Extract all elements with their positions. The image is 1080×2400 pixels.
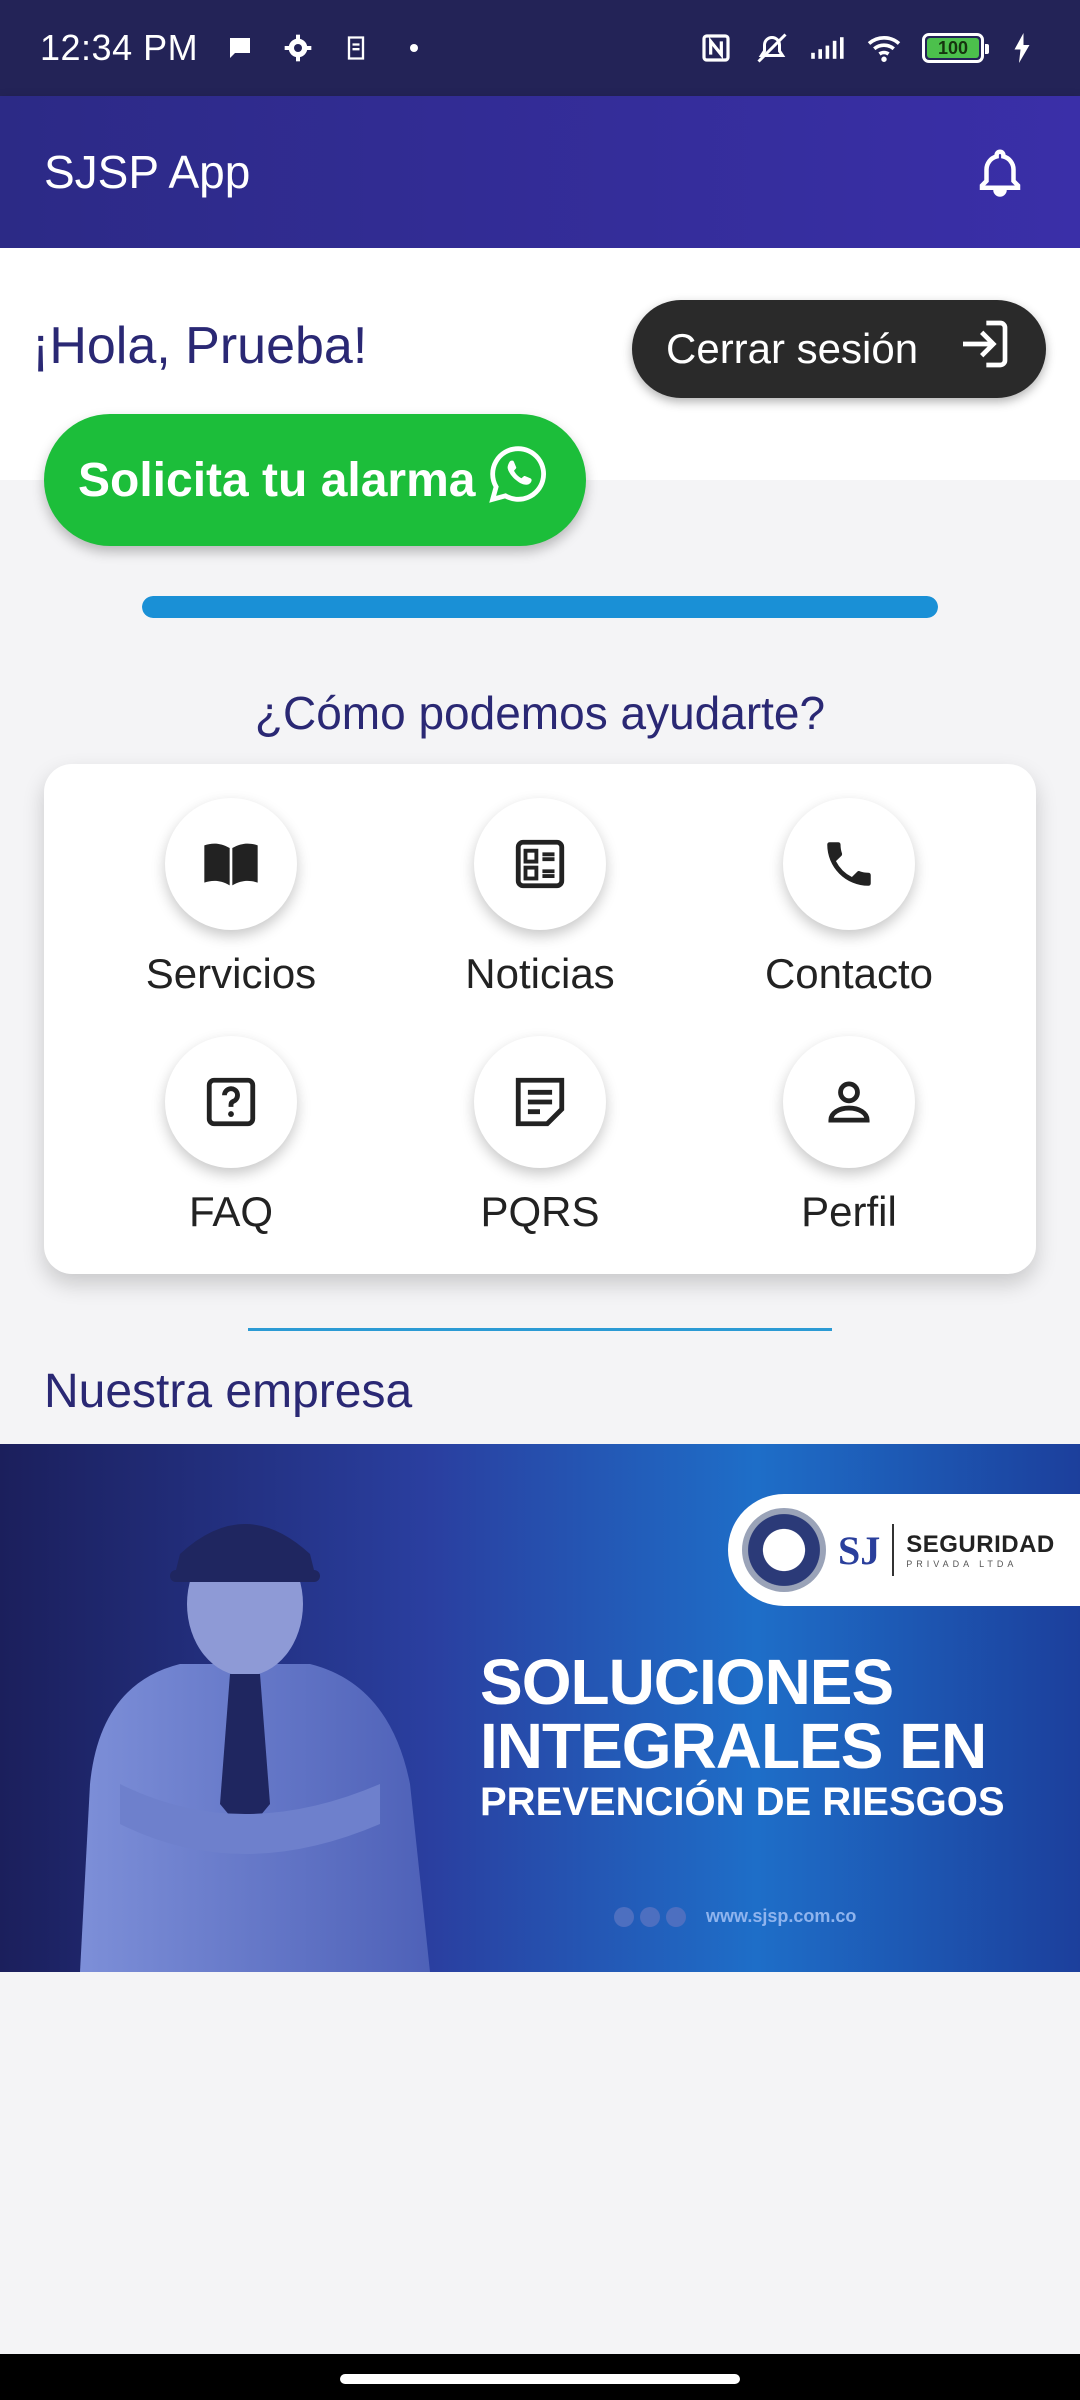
- help-section-title: ¿Cómo podemos ayudarte?: [254, 687, 826, 739]
- logout-label: Cerrar sesión: [666, 325, 919, 372]
- app-bar: SJSP App: [0, 96, 1080, 248]
- exit-icon: [956, 316, 1012, 382]
- dot-icon: [396, 30, 432, 66]
- banner-headline-line3: PREVENCIÓN DE RIESGOS: [480, 1780, 1005, 1824]
- status-time: 12:34 PM: [40, 27, 199, 68]
- service-label: Perfil: [801, 1188, 897, 1235]
- mute-icon: [754, 30, 790, 66]
- status-right-icons: 100: [698, 30, 1040, 66]
- service-label: FAQ: [188, 1188, 274, 1235]
- service-perfil-circle[interactable]: [783, 1036, 915, 1168]
- home-gesture-handle[interactable]: [340, 2374, 740, 2384]
- company-seal-icon: [742, 1508, 826, 1592]
- bell-icon: [979, 149, 1021, 197]
- banner-headline-line1: SOLUCIONES: [480, 1646, 894, 1718]
- service-faq-circle[interactable]: [165, 1036, 297, 1168]
- service-noticias-circle[interactable]: [474, 798, 606, 930]
- company-section-title: Nuestra empresa: [44, 1365, 413, 1418]
- security-guard-image: [80, 1524, 430, 1972]
- services-card: Servicios Noticias Contacto FAQ PQRS Per…: [44, 764, 1036, 1274]
- logo-name: SEGURIDAD: [906, 1531, 1055, 1558]
- instagram-icon: [666, 1906, 686, 1927]
- progress-fill: [142, 596, 938, 618]
- signal-icon: [810, 30, 846, 66]
- service-contacto-circle[interactable]: [783, 798, 915, 930]
- logo-separator: [892, 1524, 895, 1576]
- service-noticias[interactable]: Noticias: [390, 798, 690, 998]
- wifi-icon: [866, 30, 902, 66]
- service-servicios-circle[interactable]: [165, 798, 297, 930]
- question-icon: [206, 1077, 256, 1127]
- news-icon: [515, 839, 565, 889]
- status-left-icons: [222, 30, 432, 66]
- greeting-text: ¡Hola, Prueba!: [32, 317, 368, 375]
- sim-icon: [338, 30, 374, 66]
- book-icon: [204, 843, 258, 886]
- service-label: Noticias: [465, 950, 615, 997]
- chat-bubble-icon: [222, 30, 258, 66]
- service-label: Contacto: [764, 950, 934, 997]
- company-logo: SJ SEGURIDAD PRIVADA LTDA: [728, 1494, 1080, 1606]
- battery-icon: 100: [922, 33, 989, 63]
- logo-initials: SJ: [838, 1527, 881, 1573]
- nfc-icon: [698, 30, 734, 66]
- note-icon: [515, 1077, 565, 1127]
- request-alarm-button[interactable]: Solicita tu alarma: [44, 414, 586, 546]
- whatsapp-icon: [486, 442, 550, 518]
- progress-bar: [142, 596, 938, 618]
- banner-headline: SOLUCIONES INTEGRALES EN PREVENCIÓN DE R…: [480, 1650, 1005, 1826]
- gear-icon: [280, 30, 316, 66]
- service-pqrs[interactable]: PQRS: [390, 1036, 690, 1236]
- request-alarm-label: Solicita tu alarma: [78, 453, 476, 507]
- notifications-button[interactable]: [964, 136, 1036, 208]
- battery-level: 100: [927, 38, 979, 58]
- logout-button[interactable]: Cerrar sesión: [632, 300, 1046, 398]
- facebook-icon: [614, 1906, 634, 1927]
- status-bar: 12:34 PM 100: [0, 0, 1080, 96]
- app-title: SJSP App: [44, 146, 251, 198]
- banner-url: www.sjsp.com.co: [706, 1906, 857, 1926]
- service-label: Servicios: [145, 950, 317, 997]
- person-icon: [828, 1081, 870, 1123]
- phone-icon: [827, 842, 871, 886]
- banner-headline-line2: INTEGRALES EN: [480, 1710, 987, 1782]
- logo-subtitle: PRIVADA LTDA: [906, 1559, 1018, 1569]
- service-label: PQRS: [480, 1188, 600, 1235]
- service-pqrs-circle[interactable]: [474, 1036, 606, 1168]
- service-servicios[interactable]: Servicios: [81, 798, 381, 998]
- charging-icon: [1004, 30, 1040, 66]
- service-contacto[interactable]: Contacto: [699, 798, 999, 998]
- service-faq[interactable]: FAQ: [81, 1036, 381, 1236]
- twitter-icon: [640, 1906, 660, 1927]
- banner-social: www.sjsp.com.co: [614, 1906, 856, 1927]
- section-divider: [248, 1328, 832, 1331]
- company-banner[interactable]: SJ SEGURIDAD PRIVADA LTDA SOLUCIONES INT…: [0, 1444, 1080, 1972]
- service-perfil[interactable]: Perfil: [699, 1036, 999, 1236]
- logo-text: SEGURIDAD PRIVADA LTDA: [906, 1531, 1055, 1569]
